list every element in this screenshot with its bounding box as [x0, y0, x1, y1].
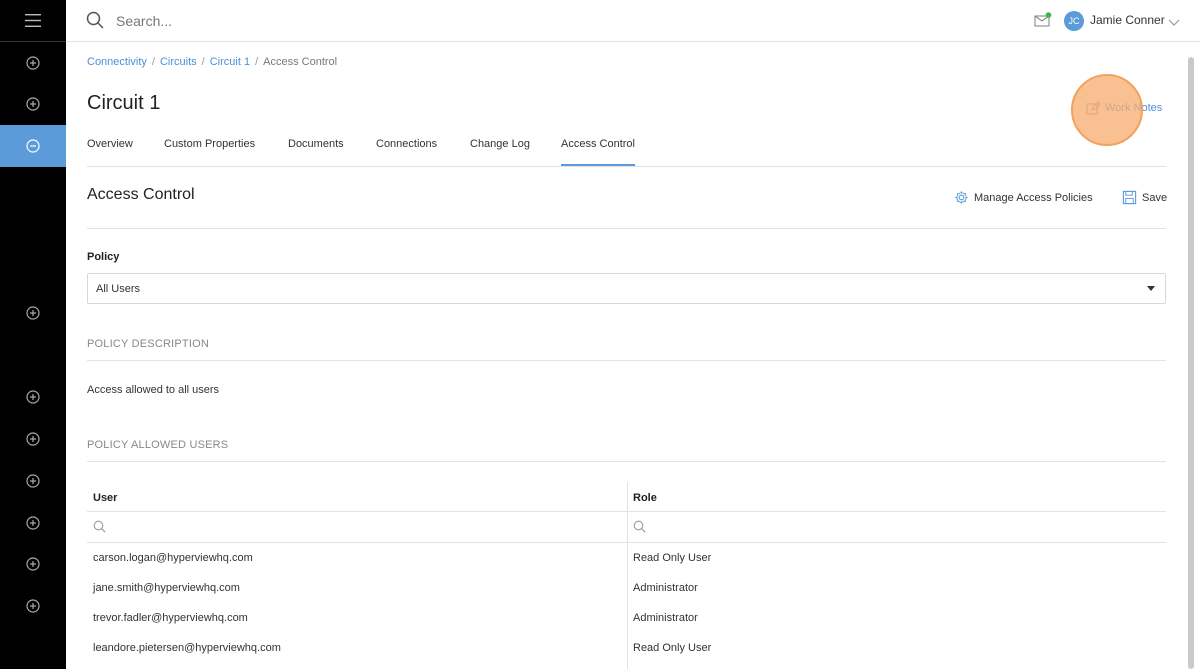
save-button[interactable]: Save — [1122, 190, 1167, 205]
caret-down-icon — [1147, 286, 1155, 291]
avatar[interactable]: JC — [1064, 11, 1084, 31]
chevron-down-icon[interactable] — [1168, 14, 1180, 32]
plus-circle-icon — [26, 97, 40, 111]
breadcrumb: Connectivity / Circuits / Circuit 1 / Access C… — [87, 56, 337, 68]
save-label: Save — [1142, 191, 1168, 204]
sidebar-add-button-1[interactable] — [0, 42, 66, 84]
plus-circle-icon — [26, 432, 40, 446]
breadcrumb-circuits[interactable]: Circuits — [160, 56, 197, 68]
sidebar-add-button-9[interactable] — [0, 585, 66, 627]
menu-icon[interactable] — [0, 0, 66, 42]
breadcrumb-separator: / — [201, 56, 205, 68]
sidebar-add-button-7[interactable] — [0, 502, 66, 544]
divider — [87, 461, 1166, 462]
role-cell: Administrator — [633, 612, 698, 624]
user-filter-input[interactable] — [87, 512, 627, 542]
breadcrumb-separator: / — [255, 56, 259, 68]
manage-access-policies-label: Manage Access Policies — [974, 191, 1093, 204]
tab-custom-properties[interactable]: Custom Properties — [164, 138, 255, 166]
page-title: Circuit 1 — [87, 92, 161, 114]
plus-circle-icon — [26, 390, 40, 404]
mail-icon[interactable] — [1034, 12, 1052, 33]
search-icon — [93, 520, 106, 533]
sidebar-add-button-8[interactable] — [0, 543, 66, 585]
tab-change-log[interactable]: Change Log — [470, 138, 530, 166]
plus-circle-icon — [26, 474, 40, 488]
role-cell: Read Only User — [633, 552, 712, 564]
plus-circle-icon — [26, 557, 40, 571]
table-row[interactable]: jane.smith@hyperviewhq.com Administrator — [87, 572, 1166, 602]
sidebar-add-button-2[interactable] — [0, 83, 66, 125]
work-notes-label: Work Notes — [1105, 102, 1163, 114]
policy-description-heading: POLICY DESCRIPTION — [87, 338, 209, 350]
search-input[interactable] — [114, 8, 518, 34]
policy-select[interactable]: All Users — [87, 273, 1166, 304]
table-row[interactable]: carson.logan@hyperviewhq.com Read Only U… — [87, 542, 1166, 572]
top-bar: JC Jamie Conner — [66, 0, 1200, 42]
user-cell: leandore.pietersen@hyperviewhq.com — [93, 642, 281, 654]
breadcrumb-connectivity[interactable]: Connectivity — [87, 56, 147, 68]
tab-documents[interactable]: Documents — [288, 138, 344, 166]
table-row[interactable]: leandore.pietersen@hyperviewhq.com Read … — [87, 632, 1166, 662]
plus-circle-icon — [26, 516, 40, 530]
column-header-role[interactable]: Role — [627, 482, 1166, 511]
sidebar-add-button-4[interactable] — [0, 376, 66, 418]
plus-circle-icon — [26, 56, 40, 70]
policy-allowed-users-heading: POLICY ALLOWED USERS — [87, 439, 229, 451]
breadcrumb-separator: / — [151, 56, 155, 68]
policy-label: Policy — [87, 251, 120, 263]
search-icon — [633, 520, 646, 533]
user-cell: carson.logan@hyperviewhq.com — [93, 552, 253, 564]
search-icon — [86, 11, 104, 34]
tab-access-control[interactable]: Access Control — [561, 138, 635, 166]
table-row[interactable]: trevor.fadler@hyperviewhq.com Administra… — [87, 602, 1166, 632]
section-title: Access Control — [87, 186, 195, 203]
sidebar-collapse-button[interactable] — [0, 125, 66, 167]
manage-access-policies-button[interactable]: Manage Access Policies — [954, 190, 1093, 205]
policy-description-text: Access allowed to all users — [87, 384, 220, 396]
user-name[interactable]: Jamie Conner — [1090, 13, 1165, 27]
minus-circle-icon — [26, 139, 40, 153]
policy-select-value: All Users — [96, 283, 141, 295]
vertical-scrollbar[interactable] — [1188, 57, 1194, 669]
sidebar-add-button-6[interactable] — [0, 460, 66, 502]
work-notes-button[interactable]: Work Notes — [1086, 101, 1162, 115]
plus-circle-icon — [26, 306, 40, 320]
user-cell: trevor.fadler@hyperviewhq.com — [93, 612, 248, 624]
divider — [87, 360, 1166, 361]
sidebar-add-button-5[interactable] — [0, 418, 66, 460]
sidebar-add-button-3[interactable] — [0, 292, 66, 334]
user-cell: jane.smith@hyperviewhq.com — [93, 582, 240, 594]
edit-icon — [1086, 101, 1100, 115]
role-cell: Read Only User — [633, 642, 712, 654]
tab-connections[interactable]: Connections — [376, 138, 437, 166]
plus-circle-icon — [26, 599, 40, 613]
column-header-user-label: User — [93, 492, 118, 504]
divider — [87, 228, 1166, 229]
main-content: Connectivity / Circuits / Circuit 1 / Access C… — [66, 42, 1200, 669]
breadcrumb-circuit-1[interactable]: Circuit 1 — [210, 56, 250, 68]
save-icon — [1122, 190, 1137, 205]
gear-icon — [955, 191, 968, 204]
filter-row — [87, 511, 1166, 543]
sidebar — [0, 0, 66, 669]
column-header-role-label: Role — [633, 492, 657, 504]
tab-bar: Overview Custom Properties Documents Con… — [87, 138, 1166, 167]
column-header-user[interactable]: User — [87, 482, 627, 511]
tab-overview[interactable]: Overview — [87, 138, 133, 166]
role-filter-input[interactable] — [627, 512, 1166, 542]
role-cell: Administrator — [633, 582, 698, 594]
breadcrumb-current: Access Control — [263, 56, 338, 68]
